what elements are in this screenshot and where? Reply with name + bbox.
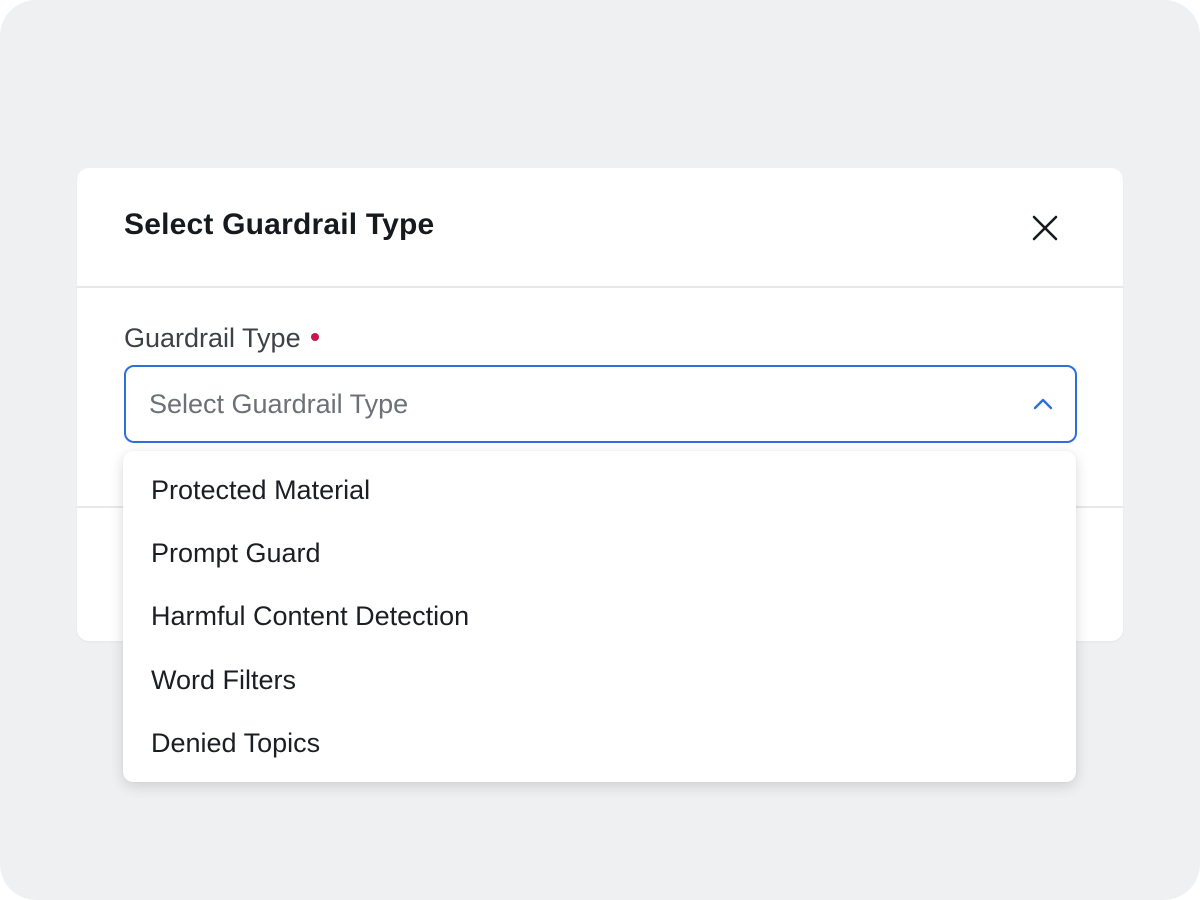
option-denied-topics[interactable]: Denied Topics (123, 712, 1076, 775)
guardrail-type-select[interactable]: Select Guardrail Type (124, 365, 1077, 443)
chevron-up-icon (1033, 398, 1053, 410)
close-button[interactable] (1027, 210, 1063, 246)
option-prompt-guard[interactable]: Prompt Guard (123, 522, 1076, 585)
modal-title: Select Guardrail Type (124, 208, 435, 241)
close-icon (1032, 215, 1058, 241)
guardrail-type-dropdown: Protected Material Prompt Guard Harmful … (123, 451, 1076, 782)
guardrail-type-label: Guardrail Type (124, 323, 319, 354)
modal-header: Select Guardrail Type (77, 168, 1123, 288)
option-harmful-content-detection[interactable]: Harmful Content Detection (123, 585, 1076, 648)
field-label-text: Guardrail Type (124, 323, 301, 353)
option-word-filters[interactable]: Word Filters (123, 649, 1076, 712)
select-placeholder: Select Guardrail Type (149, 389, 409, 419)
backdrop: Select Guardrail Type Guardrail Type Sel… (0, 0, 1200, 900)
required-indicator (310, 332, 319, 341)
option-protected-material[interactable]: Protected Material (123, 459, 1076, 522)
